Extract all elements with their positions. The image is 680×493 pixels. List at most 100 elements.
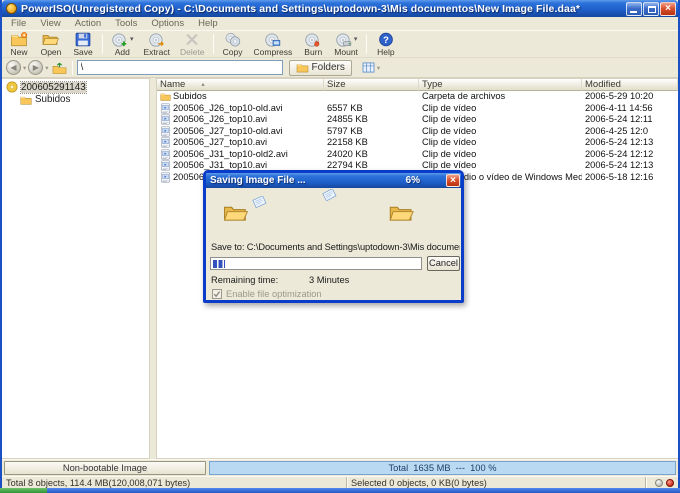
file-row[interactable]: 200506_J31_top10-old2.avi24020 KBClip de… — [157, 149, 678, 161]
toolbar-separator — [213, 34, 214, 54]
menu-action[interactable]: Action — [68, 17, 108, 30]
media-icon — [160, 149, 171, 160]
maximize-button[interactable] — [643, 2, 659, 16]
dropdown-caret-icon[interactable]: ▾ — [354, 36, 358, 43]
address-input[interactable] — [77, 60, 283, 75]
dialog-title: Saving Image File ... — [210, 175, 406, 186]
file-optimization-checkbox[interactable]: Enable file optimization — [212, 289, 322, 299]
navigation-bar: ◀ ▾ ▶ ▾ Folders ▾ — [2, 58, 678, 78]
menu-bar: FileViewActionToolsOptionsHelp — [2, 17, 678, 30]
remaining-time-value: 3 Minutes — [309, 275, 349, 285]
help-icon: ? — [377, 32, 395, 47]
disc-compress-icon — [264, 32, 282, 47]
file-row[interactable]: 200506_J26_top10.avi24855 KBClip de víde… — [157, 114, 678, 126]
status-total-objects: Total 8 objects, 114.4 MB(120,008,071 by… — [2, 477, 347, 488]
media-icon — [160, 126, 171, 137]
saving-image-dialog: Saving Image File ... 6% × Save to: C:\D… — [203, 170, 464, 303]
progress-bar — [210, 257, 422, 270]
column-header-type[interactable]: Type — [419, 79, 582, 91]
folder-open-icon — [42, 32, 60, 47]
dialog-percent: 6% — [406, 175, 420, 186]
folder-new-icon — [10, 32, 28, 47]
file-row[interactable]: SubidosCarpeta de archivos2006-5-29 10:2… — [157, 91, 678, 103]
open-button[interactable]: Open — [35, 31, 67, 57]
grid-view-icon — [362, 62, 375, 73]
file-row[interactable]: 200506_J26_top10-old.avi6557 KBClip de v… — [157, 103, 678, 115]
folder-tree: 200605291143Subidos — [2, 78, 150, 459]
folder-icon — [160, 91, 171, 102]
menu-file[interactable]: File — [4, 17, 33, 30]
taskbar-sliver — [0, 488, 680, 493]
up-level-button[interactable] — [51, 60, 68, 76]
file-row[interactable]: 200506_J27_top10-old.avi5797 KBClip de v… — [157, 126, 678, 138]
menu-help[interactable]: Help — [191, 17, 225, 30]
dropdown-caret-icon[interactable]: ▾ — [130, 36, 134, 43]
start-button-sliver[interactable] — [0, 488, 47, 493]
status-bar: Total 8 objects, 114.4 MB(120,008,071 by… — [2, 476, 678, 488]
status-selected-objects: Selected 0 objects, 0 KB(0 bytes) — [347, 477, 646, 488]
back-dropdown-icon[interactable]: ▾ — [23, 64, 26, 72]
disc-mount-icon — [335, 32, 353, 47]
file-optimization-label: Enable file optimization — [226, 289, 322, 299]
burn-button[interactable]: Burn — [297, 31, 329, 57]
column-header-name[interactable]: Name▴ — [157, 79, 324, 91]
file-list-header: Name▴SizeTypeModified — [157, 79, 678, 91]
mount-button[interactable]: ▾Mount — [329, 31, 363, 57]
svg-text:?: ? — [383, 35, 389, 46]
remaining-time-label: Remaining time: — [211, 275, 278, 285]
cancel-button[interactable]: Cancel — [427, 256, 460, 271]
menu-view[interactable]: View — [33, 17, 67, 30]
delete-button: Delete — [175, 31, 210, 57]
folders-button-label: Folders — [312, 62, 345, 73]
forward-button[interactable]: ▶ — [28, 60, 43, 75]
progress-fill — [213, 260, 225, 268]
media-icon — [160, 172, 171, 183]
disc-burn-icon — [304, 32, 322, 47]
new-button[interactable]: New — [3, 31, 35, 57]
forward-dropdown-icon[interactable]: ▾ — [45, 64, 48, 72]
cd-icon — [6, 81, 18, 93]
close-button[interactable]: × — [660, 2, 676, 16]
disc-add-icon — [111, 32, 129, 47]
toolbar-separator — [102, 34, 103, 54]
window-title: PowerISO(Unregistered Copy) - C:\Documen… — [21, 3, 626, 15]
save-to-text: Save to: C:\Documents and Settings\uptod… — [211, 242, 460, 252]
file-row[interactable]: 200506_J27_top10.avi22158 KBClip de víde… — [157, 137, 678, 149]
save-button[interactable]: Save — [67, 31, 99, 57]
media-icon — [160, 103, 171, 114]
main-toolbar: NewOpenSave ▾AddExtractDelete CopyCompress… — [2, 30, 678, 58]
toolbar-separator — [366, 34, 367, 54]
window-titlebar[interactable]: PowerISO(Unregistered Copy) - C:\Documen… — [2, 0, 678, 17]
media-icon — [160, 114, 171, 125]
dialog-close-button[interactable]: × — [446, 174, 460, 187]
menu-options[interactable]: Options — [144, 17, 191, 30]
column-header-modified[interactable]: Modified — [582, 79, 678, 91]
dialog-titlebar[interactable]: Saving Image File ... 6% × — [206, 173, 461, 188]
tree-item-subidos[interactable]: Subidos — [2, 94, 149, 107]
add-button[interactable]: ▾Add — [106, 31, 139, 57]
tree-item-200605291143[interactable]: 200605291143 — [2, 81, 149, 94]
target-folder-icon — [388, 203, 414, 223]
help-button[interactable]: ?Help — [370, 31, 402, 57]
delete-x-icon — [183, 32, 201, 47]
source-folder-icon — [223, 203, 249, 223]
column-header-size[interactable]: Size — [324, 79, 419, 91]
menu-tools[interactable]: Tools — [108, 17, 144, 30]
back-button[interactable]: ◀ — [6, 60, 21, 75]
total-capacity-bar: Total 1635 MB --- 100 % — [209, 461, 676, 475]
compress-button[interactable]: Compress — [249, 31, 298, 57]
flying-file-icon — [252, 196, 267, 208]
status-led-red-icon — [666, 479, 674, 487]
disc-extract-icon — [148, 32, 166, 47]
folders-button[interactable]: Folders — [289, 60, 352, 76]
boot-status-button[interactable]: Non-bootable Image — [4, 461, 206, 475]
views-button[interactable]: ▾ — [358, 60, 384, 76]
minimize-button[interactable] — [626, 2, 642, 16]
copy-button[interactable]: Copy — [217, 31, 249, 57]
capacity-bar-row: Non-bootable Image Total 1635 MB --- 100… — [2, 459, 678, 476]
floppy-icon — [74, 32, 92, 47]
poweriso-logo-icon — [6, 3, 17, 14]
media-icon — [160, 160, 171, 171]
sort-indicator-icon: ▴ — [201, 79, 204, 90]
extract-button[interactable]: Extract — [139, 31, 175, 57]
